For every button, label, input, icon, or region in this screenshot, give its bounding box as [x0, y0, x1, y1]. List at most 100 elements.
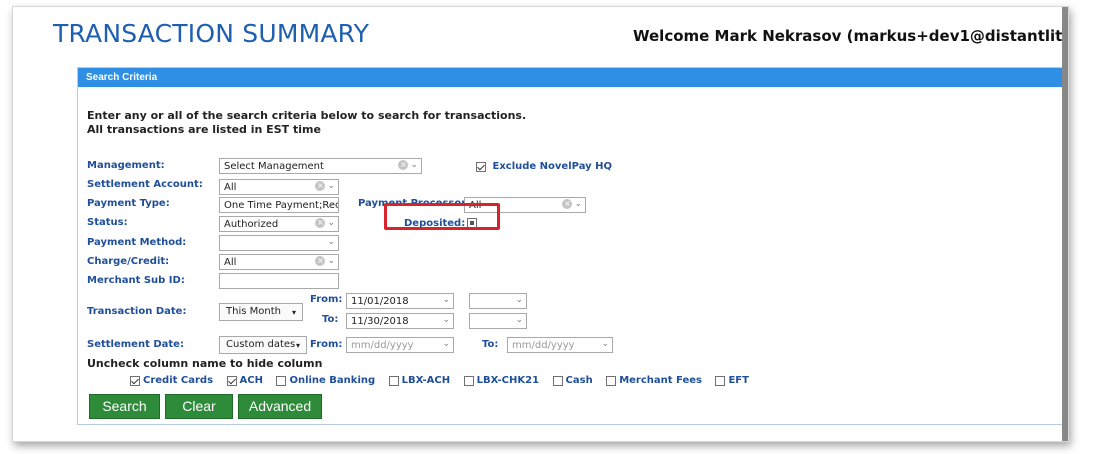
column-toggle-label: Credit Cards	[143, 375, 214, 386]
clear-icon[interactable]: ×	[398, 160, 409, 170]
chevron-down-icon[interactable]: ⌄	[442, 315, 450, 325]
settlement-date-label: Settlement Date:	[87, 339, 184, 350]
column-toggle-label: ACH	[239, 375, 263, 386]
column-toggle-label: Online Banking	[289, 375, 376, 386]
checkbox[interactable]	[130, 375, 140, 386]
settlement-date-range-select[interactable]: Custom dates ▾	[219, 336, 307, 354]
chevron-down-icon[interactable]: ⌄	[442, 295, 450, 305]
payment-type-label: Payment Type:	[87, 198, 170, 209]
checkbox[interactable]	[715, 375, 726, 386]
transaction-from-time-controls: ⌄	[515, 295, 523, 306]
exclude-novelpay-label: Exclude NovelPay HQ	[492, 161, 613, 172]
transaction-from-time[interactable]: ⌄	[469, 293, 527, 309]
checkbox[interactable]	[552, 375, 563, 386]
charge-credit-select[interactable]: All × ⌄	[219, 254, 339, 270]
chevron-down-icon[interactable]: ⌄	[574, 199, 582, 209]
advanced-button[interactable]: Advanced	[238, 394, 322, 419]
column-toggle-label: EFT	[728, 375, 749, 386]
column-toggle-label: LBX-ACH	[401, 375, 451, 386]
column-toggle-lbx-chk21[interactable]: LBX-CHK21	[463, 375, 540, 387]
settlement-date-range-value: Custom dates	[226, 339, 296, 350]
settlement-to-date[interactable]: mm/dd/yyyy ⌄	[507, 337, 613, 353]
charge-credit-controls: × ⌄	[315, 256, 335, 267]
transaction-to-time[interactable]: ⌄	[469, 313, 527, 329]
column-toggles: Credit Cards ACH Online Banking LBX-ACH …	[130, 375, 759, 387]
settlement-to-controls: ⌄	[601, 339, 609, 350]
settlement-from-label: From:	[310, 339, 343, 350]
payment-method-select[interactable]: ⌄	[219, 235, 339, 251]
charge-credit-value: All	[224, 257, 237, 268]
column-toggle-merchant-fees[interactable]: Merchant Fees	[606, 375, 702, 387]
transaction-to-label: To:	[322, 314, 339, 325]
status-label: Status:	[87, 217, 128, 228]
intro-line-1: Enter any or all of the search criteria …	[87, 109, 527, 122]
chevron-down-icon[interactable]: ⌄	[601, 339, 609, 349]
payment-processor-controls: × ⌄	[562, 199, 582, 210]
column-toggle-eft[interactable]: EFT	[715, 375, 749, 387]
clear-icon[interactable]: ×	[315, 181, 326, 191]
payment-method-label: Payment Method:	[87, 237, 187, 248]
column-toggle-lbx-ach[interactable]: LBX-ACH	[388, 375, 451, 387]
payment-type-select[interactable]: One Time Payment;Rec ⌄	[219, 197, 339, 213]
clear-button[interactable]: Clear	[165, 394, 233, 419]
exclude-novelpay-option[interactable]: Exclude NovelPay HQ	[476, 161, 612, 173]
chevron-down-icon[interactable]: ⌄	[327, 237, 335, 247]
settlement-account-select[interactable]: All × ⌄	[219, 179, 339, 195]
chevron-down-icon[interactable]: ⌄	[410, 160, 418, 170]
scrollbar[interactable]	[1062, 7, 1068, 441]
transaction-to-time-controls: ⌄	[515, 315, 523, 326]
intro-line-2: All transactions are listed in EST time	[87, 123, 321, 136]
clear-icon[interactable]: ×	[562, 199, 573, 209]
merchant-sub-id-input[interactable]	[219, 273, 339, 289]
chevron-down-icon[interactable]: ⌄	[327, 199, 335, 209]
status-controls: × ⌄	[315, 218, 335, 229]
checkbox[interactable]	[276, 375, 287, 386]
status-select[interactable]: Authorized × ⌄	[219, 216, 339, 232]
merchant-sub-id-label: Merchant Sub ID:	[87, 275, 185, 286]
column-toggle-credit-cards[interactable]: Credit Cards	[130, 375, 213, 387]
transaction-to-controls: ⌄	[442, 315, 450, 326]
checkbox[interactable]	[606, 375, 617, 386]
chevron-down-icon[interactable]: ⌄	[515, 315, 523, 325]
charge-credit-label: Charge/Credit:	[87, 256, 170, 267]
chevron-down-icon[interactable]: ⌄	[442, 339, 450, 349]
transaction-to-value: 11/30/2018	[351, 316, 409, 327]
transaction-from-date[interactable]: 11/01/2018 ⌄	[346, 293, 454, 309]
app-window: TRANSACTION SUMMARY Welcome Mark Nekraso…	[12, 6, 1069, 442]
page-title: TRANSACTION SUMMARY	[53, 19, 370, 48]
transaction-date-range-select[interactable]: This Month ▾	[219, 303, 303, 321]
transaction-from-controls: ⌄	[442, 295, 450, 306]
settlement-to-placeholder: mm/dd/yyyy	[512, 340, 575, 351]
payment-type-value: One Time Payment;Rec	[224, 200, 339, 211]
search-button[interactable]: Search	[89, 394, 160, 419]
checkbox[interactable]	[226, 375, 237, 386]
column-toggle-label: Cash	[565, 375, 593, 386]
column-toggle-label: LBX-CHK21	[476, 375, 540, 386]
clear-icon[interactable]: ×	[315, 218, 326, 228]
management-value: Select Management	[224, 161, 324, 172]
chevron-down-icon[interactable]: ⌄	[327, 256, 335, 266]
transaction-from-label: From:	[310, 294, 343, 305]
chevron-down-icon[interactable]: ⌄	[327, 218, 335, 228]
chevron-down-icon[interactable]: ⌄	[327, 181, 335, 191]
welcome-text: Welcome Mark Nekrasov (markus+dev1@dista…	[633, 27, 1069, 45]
management-controls: × ⌄	[398, 160, 418, 171]
transaction-from-value: 11/01/2018	[351, 296, 409, 307]
chevron-down-icon[interactable]: ⌄	[515, 295, 523, 305]
payment-type-controls: ⌄	[327, 199, 335, 210]
columns-heading: Uncheck column name to hide column	[87, 357, 323, 370]
exclude-novelpay-checkbox[interactable]	[476, 161, 486, 172]
panel-header: Search Criteria	[78, 68, 1068, 87]
transaction-to-date[interactable]: 11/30/2018 ⌄	[346, 313, 454, 329]
clear-icon[interactable]: ×	[315, 256, 326, 266]
column-toggle-cash[interactable]: Cash	[552, 375, 593, 387]
column-toggle-ach[interactable]: ACH	[226, 375, 263, 387]
checkbox[interactable]	[463, 375, 474, 386]
column-toggle-online-banking[interactable]: Online Banking	[276, 375, 375, 387]
management-select[interactable]: Select Management × ⌄	[219, 158, 422, 174]
transaction-date-label: Transaction Date:	[87, 306, 187, 317]
settlement-account-label: Settlement Account:	[87, 179, 203, 190]
checkbox[interactable]	[388, 375, 399, 386]
settlement-to-label: To:	[482, 339, 499, 350]
settlement-from-date[interactable]: mm/dd/yyyy ⌄	[346, 337, 454, 353]
